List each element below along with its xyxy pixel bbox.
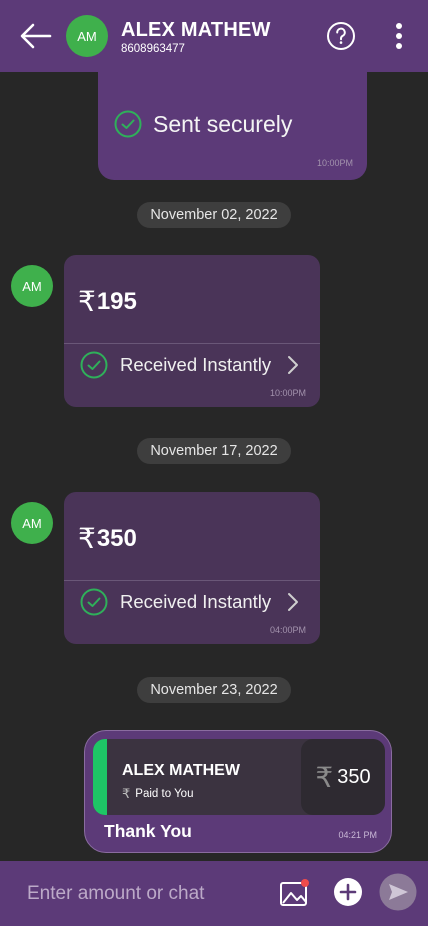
message-time: 04:21 PM	[338, 830, 377, 840]
message-time: 10:00PM	[269, 388, 306, 398]
payment-card-bubble[interactable]: ALEX MATHEW ₹ Paid to You ₹ 350 Thank Yo…	[84, 730, 392, 853]
sender-avatar[interactable]: AM	[11, 265, 53, 307]
card-amount-value: 350	[337, 765, 371, 788]
message-time: 04:00PM	[269, 625, 306, 635]
check-circle-icon	[80, 351, 108, 379]
chevron-right-icon[interactable]	[286, 354, 300, 376]
send-icon[interactable]	[379, 873, 417, 911]
chat-input-bar	[0, 861, 428, 926]
amount-value: 350	[96, 524, 137, 552]
sent-status-text: Sent securely	[153, 110, 293, 137]
add-icon[interactable]	[333, 877, 363, 907]
chat-header: AM ALEX MATHEW 8608963477	[0, 0, 428, 72]
message-time: 10:00PM	[316, 158, 353, 168]
card-amount: ₹ 350	[301, 739, 385, 815]
date-separator: November 23, 2022	[137, 677, 291, 703]
divider	[64, 343, 320, 344]
rupee-icon: ₹	[122, 786, 131, 801]
received-payment-bubble[interactable]: ₹ 195 Received Instantly 10:00PM	[64, 255, 320, 407]
received-payment-bubble[interactable]: ₹ 350 Received Instantly 04:00PM	[64, 492, 320, 644]
received-status-text: Received Instantly	[120, 354, 272, 375]
rupee-icon: ₹	[78, 286, 96, 317]
received-status-row[interactable]: Received Instantly	[80, 351, 271, 379]
amount-value: 195	[96, 287, 137, 315]
sent-status-row: Sent securely	[114, 110, 292, 138]
date-separator: November 17, 2022	[137, 438, 291, 464]
check-circle-icon	[114, 110, 142, 138]
chevron-right-icon[interactable]	[286, 591, 300, 613]
received-status-row[interactable]: Received Instantly	[80, 588, 271, 616]
help-icon[interactable]	[326, 21, 356, 51]
paid-label-row: ₹ Paid to You	[122, 786, 193, 802]
sender-avatar[interactable]: AM	[11, 502, 53, 544]
rupee-icon: ₹	[78, 523, 96, 554]
card-accent-bar	[93, 739, 107, 815]
payment-note: Thank You	[104, 821, 192, 841]
contact-name[interactable]: ALEX MATHEW	[121, 19, 271, 42]
check-circle-icon	[80, 588, 108, 616]
back-arrow-icon[interactable]	[18, 20, 54, 52]
payment-card[interactable]: ALEX MATHEW ₹ Paid to You ₹ 350	[93, 739, 385, 815]
payment-amount: ₹ 350	[78, 522, 137, 555]
payment-amount: ₹ 195	[78, 285, 137, 318]
more-vert-icon[interactable]	[388, 22, 410, 52]
received-status-text: Received Instantly	[120, 591, 272, 612]
contact-avatar[interactable]: AM	[66, 15, 108, 57]
date-separator: November 02, 2022	[137, 202, 291, 228]
contact-phone: 8608963477	[121, 43, 185, 55]
sent-message-bubble[interactable]: Sent securely 10:00PM	[98, 72, 367, 180]
payer-name: ALEX MATHEW	[122, 762, 240, 779]
gallery-icon[interactable]	[279, 878, 311, 910]
chat-input[interactable]	[0, 861, 270, 926]
divider	[64, 580, 320, 581]
paid-label: Paid to You	[135, 788, 194, 800]
rupee-icon: ₹	[315, 761, 334, 793]
